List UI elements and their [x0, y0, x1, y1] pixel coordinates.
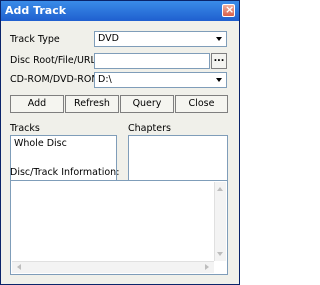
chevron-down-icon[interactable] — [214, 74, 224, 86]
drive-select[interactable]: D:\ — [94, 72, 227, 88]
track-type-label: Track Type — [10, 34, 60, 45]
info-textarea[interactable] — [10, 180, 228, 275]
scroll-up-icon[interactable] — [215, 184, 225, 194]
add-button[interactable]: Add — [10, 95, 64, 113]
close-window-button[interactable]: × — [222, 3, 235, 17]
info-label: Disc/Track Information: — [10, 167, 120, 178]
scroll-left-icon[interactable] — [14, 262, 24, 272]
scroll-down-icon[interactable] — [215, 249, 225, 259]
list-item[interactable]: Whole Disc — [14, 138, 67, 149]
title-bar[interactable]: Add Track × — [1, 1, 239, 21]
close-button[interactable]: Close — [175, 95, 228, 113]
drive-label: CD-ROM/DVD-ROM — [10, 74, 100, 85]
tracks-label: Tracks — [10, 123, 40, 134]
chapters-label: Chapters — [128, 123, 171, 134]
chevron-down-icon[interactable] — [214, 33, 224, 45]
track-type-select[interactable]: DVD — [94, 31, 227, 47]
horizontal-scrollbar[interactable] — [12, 261, 214, 273]
browse-button[interactable]: ... — [211, 53, 227, 69]
scroll-right-icon[interactable] — [202, 262, 212, 272]
vertical-scrollbar[interactable] — [214, 182, 226, 261]
disc-root-input[interactable] — [94, 53, 210, 69]
window-title: Add Track — [5, 4, 67, 17]
add-track-dialog: Add Track × Track Type DVD Disc Root/Fil… — [0, 0, 240, 285]
track-type-value: DVD — [98, 33, 119, 44]
disc-root-label: Disc Root/File/URL — [10, 55, 96, 66]
close-icon: × — [225, 3, 235, 16]
drive-value: D:\ — [98, 74, 112, 85]
query-button[interactable]: Query — [120, 95, 174, 113]
refresh-button[interactable]: Refresh — [65, 95, 119, 113]
chapters-list[interactable] — [128, 135, 228, 182]
